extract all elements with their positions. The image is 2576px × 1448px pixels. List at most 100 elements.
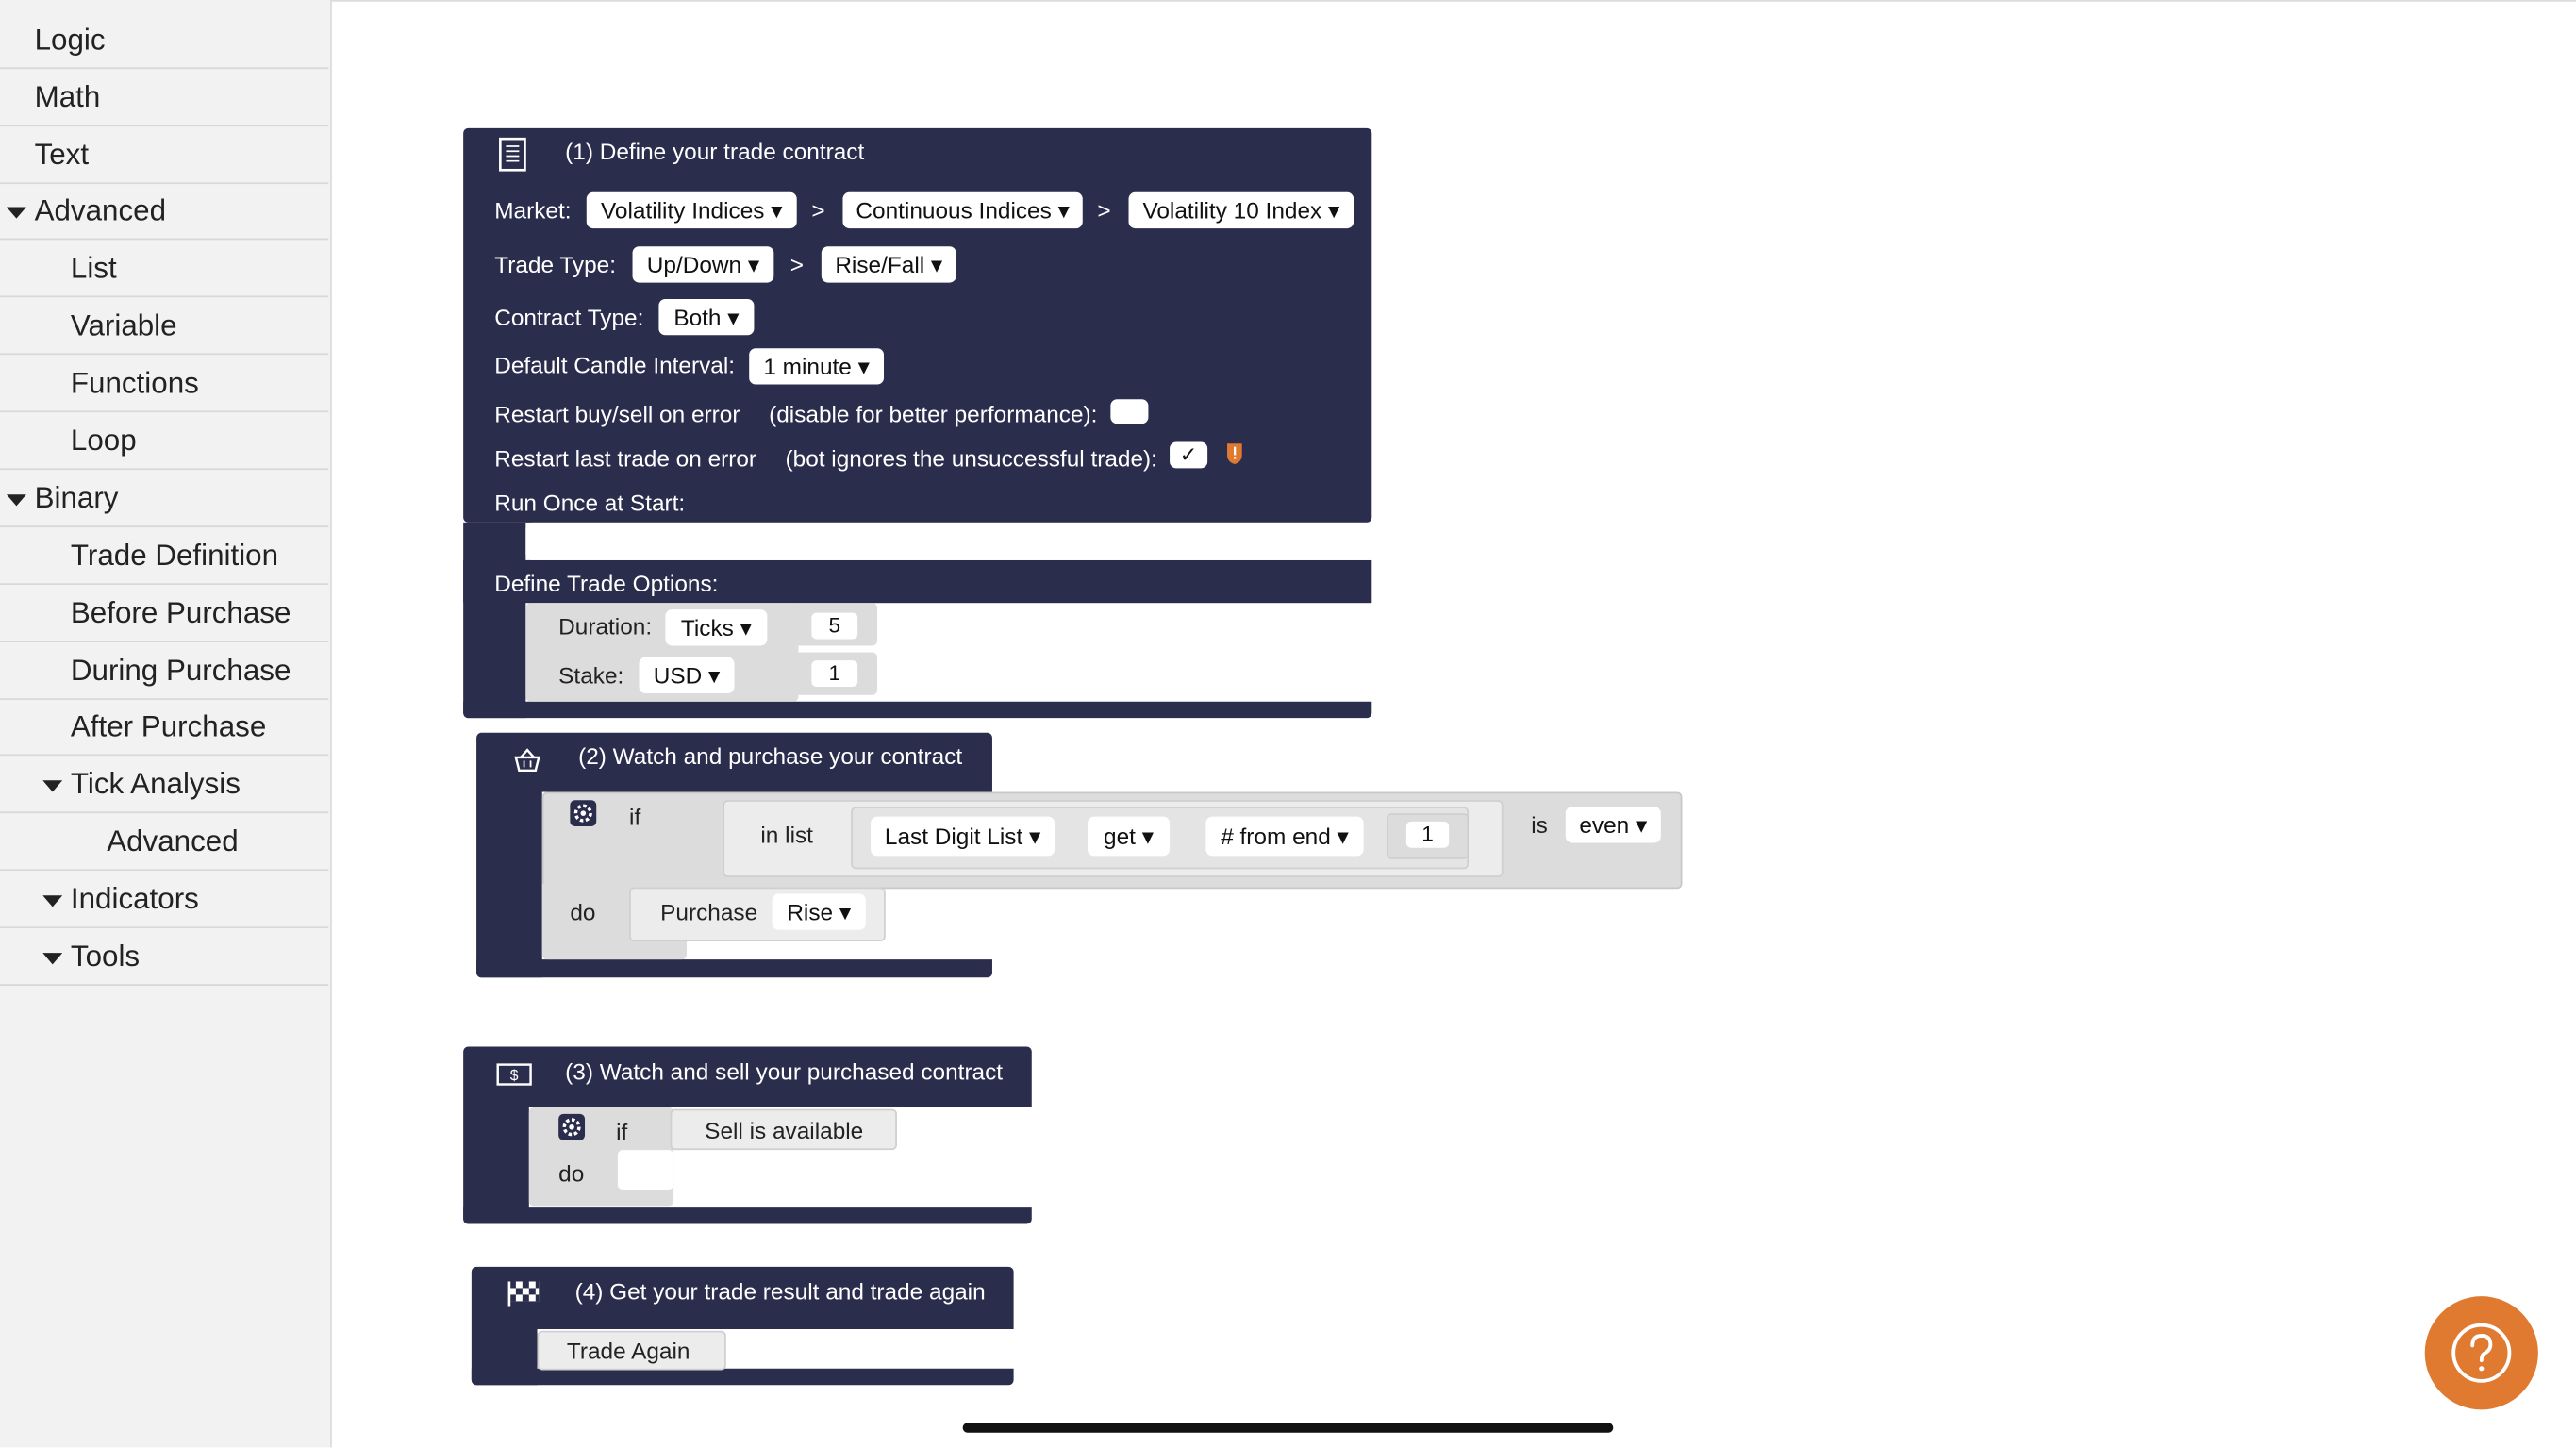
submarket-dropdown[interactable]: Continuous Indices ▾ bbox=[842, 191, 1083, 229]
sidebar-item-label: Text bbox=[34, 138, 90, 172]
purchase-option-dropdown[interactable]: Rise ▾ bbox=[772, 893, 866, 930]
in-list-label: in list bbox=[760, 821, 813, 848]
sidebar-item-tools[interactable]: Tools bbox=[0, 928, 329, 987]
candle-interval-label: Default Candle Interval: bbox=[494, 351, 736, 378]
trade-result-block-bottom bbox=[471, 1368, 1014, 1386]
sidebar-item-label: Math bbox=[34, 80, 101, 114]
restart-last-trade-hint: (bot ignores the unsuccessful trade): bbox=[785, 444, 1157, 472]
get-operation-dropdown[interactable]: get ▾ bbox=[1087, 816, 1171, 857]
sidebar-item-math[interactable]: Math bbox=[0, 69, 329, 127]
svg-text:$: $ bbox=[510, 1068, 519, 1084]
submarket-separator: > bbox=[1097, 197, 1111, 224]
from-end-dropdown[interactable]: # from end ▾ bbox=[1205, 816, 1364, 857]
sidebar-item-logic[interactable]: Logic bbox=[0, 11, 329, 70]
collapse-triangle-icon bbox=[42, 780, 63, 792]
sidebar-item-tick-analysis[interactable]: Tick Analysis bbox=[0, 756, 329, 814]
sidebar-item-label: Trade Definition bbox=[70, 539, 279, 573]
market-label: Market: bbox=[494, 197, 572, 224]
trade-definition-title: (1) Define your trade contract bbox=[565, 138, 865, 165]
sidebar-item-label: List bbox=[70, 251, 117, 285]
help-icon bbox=[2451, 1323, 2512, 1383]
sell-block-bottom bbox=[463, 1207, 1032, 1224]
list-name-dropdown[interactable]: Last Digit List ▾ bbox=[871, 816, 1055, 857]
basket-icon bbox=[514, 748, 540, 773]
restart-buysell-hint: (disable for better performance): bbox=[769, 400, 1098, 427]
sidebar-item-label: Functions bbox=[70, 366, 199, 400]
sidebar-item-trade-definition[interactable]: Trade Definition bbox=[0, 527, 329, 586]
home-indicator bbox=[962, 1423, 1614, 1433]
market-dropdown[interactable]: Volatility Indices ▾ bbox=[586, 191, 797, 229]
sidebar-item-label: Advanced bbox=[34, 193, 167, 227]
sidebar-item-before-purchase[interactable]: Before Purchase bbox=[0, 585, 329, 642]
sidebar-item-label: After Purchase bbox=[70, 709, 267, 743]
sidebar-item-loop[interactable]: Loop bbox=[0, 412, 329, 471]
if-label: if bbox=[629, 803, 641, 830]
sidebar-item-list[interactable]: List bbox=[0, 240, 329, 298]
market-separator: > bbox=[811, 197, 825, 224]
sidebar-item-label: Indicators bbox=[70, 882, 199, 916]
index-value-input[interactable]: 1 bbox=[1405, 821, 1450, 848]
currency-dropdown[interactable]: USD ▾ bbox=[639, 657, 735, 693]
sidebar-item-functions[interactable]: Functions bbox=[0, 355, 329, 413]
sidebar-item-label: Before Purchase bbox=[70, 596, 291, 630]
restart-last-trade-checkbox[interactable]: ✓ bbox=[1170, 441, 1208, 469]
purchase-block-bottom bbox=[476, 959, 992, 978]
symbol-dropdown[interactable]: Volatility 10 Index ▾ bbox=[1128, 191, 1354, 229]
restart-last-trade-label: Restart last trade on error bbox=[494, 444, 757, 472]
sidebar-item-label: During Purchase bbox=[70, 654, 291, 688]
sidebar-item-binary[interactable]: Binary bbox=[0, 470, 329, 528]
restart-buysell-checkbox[interactable] bbox=[1110, 399, 1149, 424]
collapse-triangle-icon bbox=[42, 895, 63, 907]
sell-do-label: do bbox=[558, 1159, 585, 1187]
run-once-label: Run Once at Start: bbox=[494, 490, 686, 516]
collapse-triangle-icon bbox=[6, 494, 26, 507]
define-trade-options-label: Define Trade Options: bbox=[494, 570, 719, 597]
sidebar-item-label: Advanced bbox=[107, 824, 239, 858]
duration-unit-dropdown[interactable]: Ticks ▾ bbox=[665, 609, 768, 646]
trade-type-label: Trade Type: bbox=[494, 251, 617, 278]
trade-subtype-dropdown[interactable]: Rise/Fall ▾ bbox=[821, 246, 956, 283]
checkered-flag-icon bbox=[507, 1281, 540, 1307]
document-icon bbox=[499, 137, 526, 172]
sell-do-statement-slot[interactable] bbox=[617, 1150, 674, 1190]
do-label: do bbox=[570, 898, 596, 925]
sidebar-item-label: Tools bbox=[70, 940, 141, 974]
trade-result-title: (4) Get your trade result and trade agai… bbox=[574, 1278, 986, 1305]
sell-block-spine bbox=[463, 1107, 529, 1224]
help-button[interactable] bbox=[2424, 1296, 2538, 1410]
duration-label: Duration: bbox=[558, 612, 653, 640]
run-once-statement-slot[interactable] bbox=[525, 522, 1372, 560]
sidebar-item-variable[interactable]: Variable bbox=[0, 297, 329, 356]
candle-interval-dropdown[interactable]: 1 minute ▾ bbox=[749, 348, 885, 385]
cash-icon: $ bbox=[496, 1063, 532, 1086]
trade-type-dropdown[interactable]: Up/Down ▾ bbox=[632, 246, 774, 283]
gear-icon[interactable] bbox=[570, 800, 597, 827]
trade-definition-block-bottom bbox=[463, 701, 1372, 719]
collapse-triangle-icon bbox=[42, 953, 63, 965]
sidebar-item-during-purchase[interactable]: During Purchase bbox=[0, 642, 329, 700]
gear-icon[interactable] bbox=[558, 1113, 586, 1140]
stake-value-input[interactable]: 1 bbox=[811, 660, 858, 688]
sidebar-item-tick-advanced[interactable]: Advanced bbox=[0, 813, 329, 872]
sidebar-item-label: Variable bbox=[70, 308, 177, 342]
contract-type-dropdown[interactable]: Both ▾ bbox=[658, 298, 755, 336]
sell-block-title: (3) Watch and sell your purchased contra… bbox=[565, 1057, 1004, 1085]
workspace-top-border bbox=[330, 0, 2576, 2]
duration-value-input[interactable]: 5 bbox=[811, 612, 858, 640]
sidebar-item-text[interactable]: Text bbox=[0, 126, 329, 185]
is-label: is bbox=[1531, 811, 1548, 839]
collapse-triangle-icon bbox=[6, 207, 26, 219]
sidebar-item-label: Binary bbox=[34, 481, 119, 515]
sidebar-item-label: Tick Analysis bbox=[70, 767, 241, 801]
sidebar-item-advanced[interactable]: Advanced bbox=[0, 182, 329, 241]
purchase-label: Purchase bbox=[660, 898, 758, 925]
sidebar-item-indicators[interactable]: Indicators bbox=[0, 871, 329, 929]
stake-label: Stake: bbox=[558, 661, 624, 689]
sidebar-item-label: Loop bbox=[70, 424, 137, 458]
sidebar-item-after-purchase[interactable]: After Purchase bbox=[0, 698, 329, 757]
restart-buysell-label: Restart buy/sell on error bbox=[494, 400, 740, 427]
trade-definition-block-spine bbox=[463, 522, 526, 719]
toolbox-sidebar: Logic Math Text Advanced List Variable F… bbox=[0, 0, 332, 1448]
warning-shield-icon[interactable] bbox=[1225, 442, 1243, 465]
parity-dropdown[interactable]: even ▾ bbox=[1565, 807, 1661, 843]
